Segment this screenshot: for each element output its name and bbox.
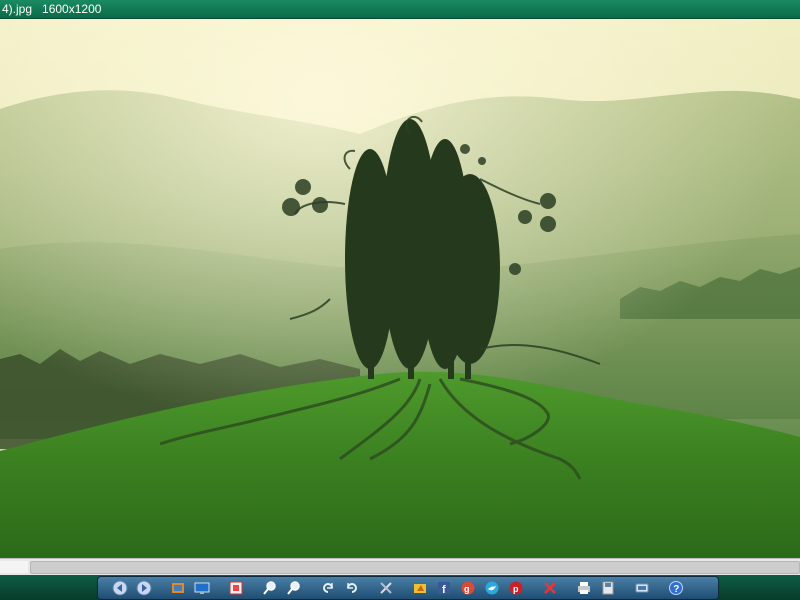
svg-text:f: f — [442, 584, 446, 596]
delete-icon — [544, 582, 556, 594]
twitter-icon — [485, 581, 499, 595]
share-twitter-button[interactable] — [482, 578, 502, 598]
fit-frame-icon — [229, 581, 243, 595]
window-title: 4).jpg 1600x1200 — [2, 2, 102, 16]
scrollbar-thumb[interactable] — [30, 561, 800, 574]
fit-to-screen-button[interactable] — [226, 578, 246, 598]
print-button[interactable] — [574, 578, 594, 598]
share-pinterest-button[interactable]: p — [506, 578, 526, 598]
zoom-out-button[interactable] — [284, 578, 304, 598]
monitor-icon — [194, 582, 210, 594]
save-button[interactable] — [598, 578, 618, 598]
svg-text:?: ? — [673, 584, 679, 595]
zoom-in-icon — [263, 581, 276, 595]
forward-arrow-icon — [136, 580, 152, 596]
help-icon: ? — [669, 581, 683, 595]
delete-button[interactable] — [540, 578, 560, 598]
svg-text:g: g — [464, 584, 470, 594]
rotate-left-button[interactable] — [318, 578, 338, 598]
title-bar: 4).jpg 1600x1200 — [0, 0, 800, 19]
rotate-right-button[interactable] — [342, 578, 362, 598]
folder-image-icon — [172, 583, 184, 593]
previous-image-button[interactable] — [110, 578, 130, 598]
rotate-right-icon — [347, 583, 357, 593]
displayed-photo — [0, 19, 800, 558]
help-button[interactable]: ? — [666, 578, 686, 598]
share-google-button[interactable]: g — [458, 578, 478, 598]
facebook-icon: f — [438, 582, 450, 596]
paint-icon — [414, 584, 426, 593]
image-viewport[interactable] — [0, 19, 800, 558]
horizontal-scrollbar[interactable] — [0, 558, 800, 575]
zoom-out-icon — [287, 581, 300, 595]
slideshow-button[interactable] — [192, 578, 212, 598]
settings-icon — [635, 583, 649, 593]
google-plus-icon: g — [461, 581, 475, 595]
tools-icon — [380, 582, 392, 594]
back-arrow-icon — [112, 580, 128, 596]
share-facebook-button[interactable]: f — [434, 578, 454, 598]
pinterest-icon: p — [509, 581, 523, 595]
next-image-button[interactable] — [134, 578, 154, 598]
svg-text:p: p — [513, 584, 519, 594]
save-icon — [602, 581, 614, 595]
scrollbar-track-start[interactable] — [0, 561, 28, 573]
zoom-in-button[interactable] — [260, 578, 280, 598]
print-icon — [578, 582, 590, 594]
rotate-left-icon — [323, 583, 333, 593]
bottom-bar: f g p ? — [0, 575, 800, 600]
settings-button[interactable] — [632, 578, 652, 598]
edit-image-button[interactable] — [410, 578, 430, 598]
tools-button[interactable] — [376, 578, 396, 598]
open-folder-button[interactable] — [168, 578, 188, 598]
main-toolbar: f g p ? — [97, 576, 719, 600]
